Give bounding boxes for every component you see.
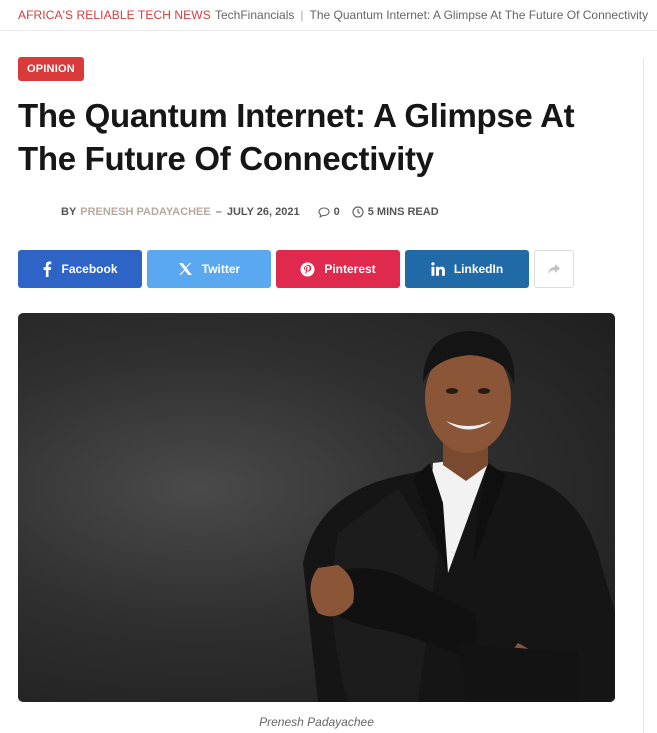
comment-icon — [318, 206, 330, 218]
portrait-photo — [303, 331, 615, 702]
share-arrow-icon — [548, 264, 560, 274]
author-link[interactable]: PRENESH PADAYACHEE — [80, 206, 210, 218]
article-meta: BY PRENESH PADAYACHEE – JULY 26, 2021 0 … — [61, 206, 439, 218]
meta-dash: – — [215, 206, 222, 218]
twitter-label: Twitter — [201, 262, 241, 276]
hero-image — [18, 313, 615, 702]
breadcrumb: TechFinancials | The Quantum Internet: A G… — [215, 8, 648, 22]
share-twitter-button[interactable]: Twitter — [147, 250, 271, 288]
pinterest-label: Pinterest — [324, 262, 376, 276]
share-pinterest-button[interactable]: Pinterest — [276, 250, 400, 288]
site-tagline: AFRICA'S RELIABLE TECH NEWS — [18, 8, 211, 22]
top-bar: AFRICA'S RELIABLE TECH NEWS TechFinancia… — [0, 0, 657, 30]
read-time-label: 5 MINS READ — [367, 206, 439, 218]
share-linkedin-button[interactable]: LinkedIn — [405, 250, 529, 288]
clock-icon — [352, 206, 364, 218]
sidebar-divider — [643, 58, 644, 733]
read-time: 5 MINS READ — [352, 206, 439, 218]
comments-link[interactable]: 0 — [318, 206, 340, 218]
comment-count: 0 — [333, 206, 340, 218]
x-twitter-icon — [178, 262, 193, 276]
linkedin-label: LinkedIn — [453, 262, 504, 276]
image-caption: Prenesh Padayachee — [259, 715, 374, 729]
publish-date: JULY 26, 2021 — [226, 206, 300, 218]
facebook-icon — [42, 261, 52, 277]
facebook-label: Facebook — [61, 262, 118, 276]
breadcrumb-separator: | — [300, 8, 304, 22]
pinterest-icon — [300, 262, 315, 277]
category-badge[interactable]: OPINION — [18, 57, 84, 81]
by-label: BY — [61, 206, 77, 218]
linkedin-icon — [431, 262, 445, 276]
breadcrumb-site-link[interactable]: TechFinancials — [215, 8, 294, 22]
article-title: The Quantum Internet: A Glimpse At The F… — [18, 97, 575, 177]
more-share-button[interactable] — [534, 250, 574, 288]
share-facebook-button[interactable]: Facebook — [18, 250, 142, 288]
breadcrumb-current: The Quantum Internet: A Glimpse At The F… — [309, 8, 649, 22]
top-divider — [0, 30, 657, 31]
